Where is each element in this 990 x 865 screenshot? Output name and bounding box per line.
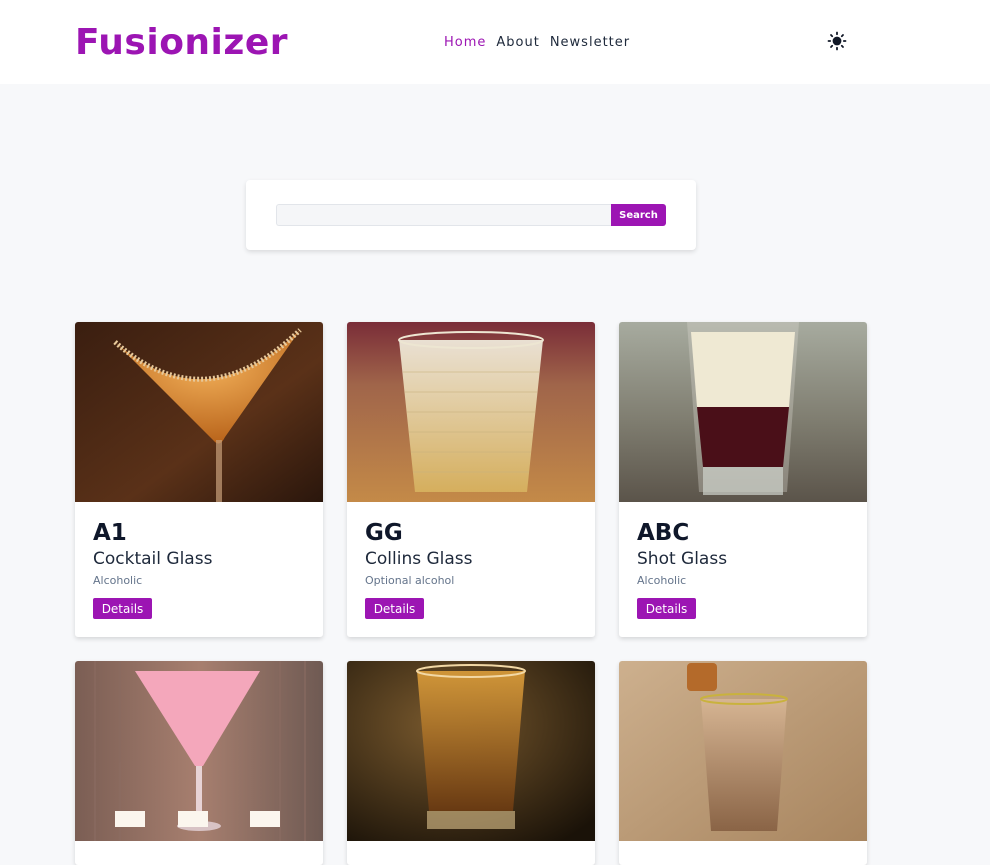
drink-name: ABC <box>637 520 690 546</box>
drink-type: Optional alcohol <box>365 574 455 587</box>
drink-photo <box>75 322 323 502</box>
search-input[interactable] <box>276 204 612 226</box>
search-panel: Search <box>246 180 696 250</box>
drink-card <box>347 661 595 865</box>
drink-name: GG <box>365 520 403 546</box>
drink-card <box>75 661 323 865</box>
drink-glass: Shot Glass <box>637 549 728 569</box>
search-button[interactable]: Search <box>611 204 666 226</box>
drink-glass: Cocktail Glass <box>93 549 213 569</box>
details-button[interactable]: Details <box>637 598 696 619</box>
top-header: Fusionizer Home About Newsletter <box>0 0 990 84</box>
drink-type: Alcoholic <box>93 574 143 587</box>
theme-toggle-button[interactable] <box>826 30 848 52</box>
details-button[interactable]: Details <box>93 598 152 619</box>
nav-about-link[interactable]: About <box>496 35 539 50</box>
details-button[interactable]: Details <box>365 598 424 619</box>
drink-photo <box>619 322 867 502</box>
nav-newsletter-link[interactable]: Newsletter <box>550 35 630 50</box>
drink-photo <box>75 661 323 841</box>
sun-icon <box>827 31 847 51</box>
drink-name: A1 <box>93 520 127 546</box>
drink-type: Alcoholic <box>637 574 687 587</box>
drink-card: ABC Shot Glass Alcoholic Details <box>619 322 867 637</box>
drink-glass: Collins Glass <box>365 549 473 569</box>
drink-card <box>619 661 867 865</box>
main-nav: Home About Newsletter <box>444 35 630 50</box>
drink-card: GG Collins Glass Optional alcohol Detail… <box>347 322 595 637</box>
drink-photo <box>347 661 595 841</box>
site-logo[interactable]: Fusionizer <box>75 22 288 63</box>
drink-photo <box>619 661 867 841</box>
nav-home-link[interactable]: Home <box>444 35 486 50</box>
drink-photo <box>347 322 595 502</box>
drink-card: A1 Cocktail Glass Alcoholic Details <box>75 322 323 637</box>
